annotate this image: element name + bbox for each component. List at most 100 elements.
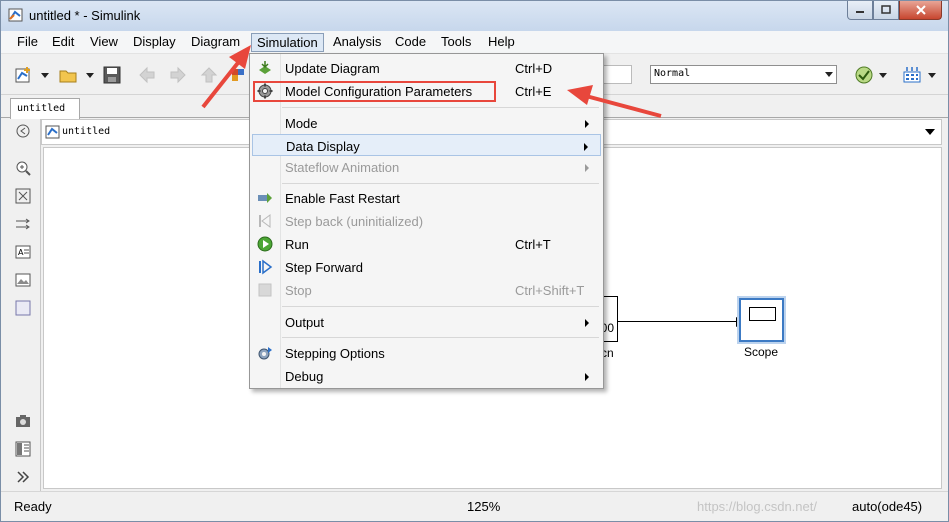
- status-zoom: 125%: [467, 499, 501, 514]
- annotation-icon[interactable]: A: [15, 244, 31, 260]
- title-bar: untitled * - Simulink: [1, 1, 948, 31]
- open-dropdown-icon[interactable]: [86, 73, 94, 78]
- menu-model-configuration-parameters[interactable]: Model Configuration Parameters Ctrl+E: [252, 80, 601, 102]
- stop-label: Stop: [285, 283, 312, 298]
- step-back-label: Step back (uninitialized): [285, 214, 424, 229]
- menu-help[interactable]: Help: [483, 33, 520, 52]
- menu-step-back[interactable]: Step back (uninitialized): [252, 210, 601, 232]
- model-icon: [45, 125, 60, 139]
- scope-block[interactable]: [739, 298, 784, 342]
- model-advisor-check-icon[interactable]: [854, 65, 874, 85]
- menu-diagram[interactable]: Diagram: [186, 33, 245, 52]
- maximize-button[interactable]: [873, 1, 899, 20]
- stepping-options-icon: [258, 347, 272, 360]
- forward-arrow-icon[interactable]: [167, 65, 187, 85]
- check-dropdown-icon[interactable]: [879, 73, 887, 78]
- up-arrow-icon[interactable]: [199, 65, 219, 85]
- menu-tools[interactable]: Tools: [436, 33, 476, 52]
- minimize-button[interactable]: [847, 1, 873, 20]
- save-icon[interactable]: [102, 65, 122, 85]
- menu-analysis[interactable]: Analysis: [328, 33, 386, 52]
- menu-run[interactable]: Run Ctrl+T: [252, 233, 601, 255]
- fit-to-view-icon[interactable]: [15, 188, 31, 204]
- menu-file[interactable]: File: [12, 33, 43, 52]
- left-palette: A: [1, 119, 41, 491]
- route-lines-icon[interactable]: [15, 216, 31, 232]
- status-ready: Ready: [14, 499, 52, 514]
- simulation-mode-select[interactable]: Normal: [650, 65, 837, 84]
- menu-step-forward[interactable]: Step Forward: [252, 256, 601, 278]
- menu-output[interactable]: Output: [252, 311, 601, 333]
- status-bar: Ready 125% https://blog.csdn.net/ auto(o…: [1, 491, 948, 521]
- simulink-window: untitled * - Simulink File Edit View Dis…: [0, 0, 949, 522]
- data-display-label: Data Display: [286, 139, 360, 154]
- scope-screen-icon: [749, 307, 776, 321]
- close-icon: [915, 5, 926, 15]
- menu-edit[interactable]: Edit: [47, 33, 79, 52]
- menu-mode[interactable]: Mode: [252, 112, 601, 134]
- window-title: untitled * - Simulink: [29, 8, 141, 23]
- stop-icon: [258, 283, 272, 297]
- address-path: untitled: [62, 126, 111, 137]
- zoom-icon[interactable]: [15, 160, 31, 176]
- menu-separator: [282, 306, 599, 307]
- menu-separator: [282, 183, 599, 184]
- simulink-app-icon: [8, 8, 23, 22]
- menu-debug[interactable]: Debug: [252, 365, 601, 387]
- screenshot-icon[interactable]: [15, 413, 31, 429]
- output-label: Output: [285, 315, 325, 330]
- step-forward-icon: [259, 259, 273, 275]
- menu-stepping-options[interactable]: Stepping Options: [252, 342, 601, 364]
- property-inspector-icon[interactable]: [15, 441, 31, 457]
- run-shortcut: Ctrl+T: [515, 237, 551, 252]
- new-dropdown-icon[interactable]: [41, 73, 49, 78]
- stop-shortcut: Ctrl+Shift+T: [515, 283, 585, 298]
- library-browser-icon[interactable]: [228, 65, 248, 85]
- image-icon[interactable]: [15, 272, 31, 288]
- update-diagram-shortcut: Ctrl+D: [515, 61, 553, 76]
- status-solver: auto(ode45): [852, 499, 923, 514]
- menu-view[interactable]: View: [85, 33, 123, 52]
- menu-update-diagram[interactable]: Update Diagram Ctrl+D: [252, 57, 601, 79]
- update-diagram-label: Update Diagram: [285, 61, 380, 76]
- watermark-text: https://blog.csdn.net/: [697, 499, 817, 514]
- maximize-icon: [881, 5, 891, 14]
- gear-icon: [257, 83, 273, 99]
- close-button[interactable]: [899, 1, 942, 20]
- scope-block-label: Scope: [744, 345, 779, 359]
- submenu-arrow-icon: [585, 120, 589, 128]
- chevron-down-icon[interactable]: [925, 129, 935, 135]
- menu-code[interactable]: Code: [390, 33, 431, 52]
- menu-stop[interactable]: Stop Ctrl+Shift+T: [252, 279, 601, 301]
- tab-untitled[interactable]: untitled: [10, 98, 80, 119]
- step-forward-label: Step Forward: [285, 260, 364, 275]
- submenu-arrow-icon: [585, 164, 589, 172]
- open-folder-icon[interactable]: [58, 65, 78, 85]
- run-icon: [257, 236, 273, 252]
- menu-data-display[interactable]: Data Display: [252, 134, 601, 156]
- back-arrow-icon[interactable]: [138, 65, 158, 85]
- run-label: Run: [285, 237, 309, 252]
- menu-stateflow-animation[interactable]: Stateflow Animation: [252, 156, 601, 178]
- menu-separator: [282, 107, 599, 108]
- menu-enable-fast-restart[interactable]: Enable Fast Restart: [252, 187, 601, 209]
- area-icon[interactable]: [15, 300, 31, 316]
- model-configuration-parameters-label: Model Configuration Parameters: [285, 84, 473, 99]
- simulation-mode-value: Normal: [654, 68, 691, 79]
- signal-line[interactable]: [618, 321, 738, 322]
- submenu-arrow-icon: [584, 143, 588, 151]
- new-model-icon[interactable]: [14, 65, 34, 85]
- svg-text:A: A: [18, 248, 24, 257]
- model-configuration-parameters-shortcut: Ctrl+E: [515, 84, 552, 99]
- expand-palette-icon[interactable]: [15, 469, 31, 485]
- fast-restart-icon: [258, 193, 272, 203]
- build-model-icon[interactable]: [902, 65, 922, 85]
- menu-display[interactable]: Display: [128, 33, 181, 52]
- build-dropdown-icon[interactable]: [928, 73, 936, 78]
- enable-fast-restart-label: Enable Fast Restart: [285, 191, 400, 206]
- stepping-options-label: Stepping Options: [285, 346, 385, 361]
- update-diagram-icon: [259, 61, 271, 74]
- menu-simulation[interactable]: Simulation: [251, 33, 324, 52]
- hide-browser-icon[interactable]: [15, 123, 31, 139]
- stop-time-field[interactable]: [600, 65, 632, 84]
